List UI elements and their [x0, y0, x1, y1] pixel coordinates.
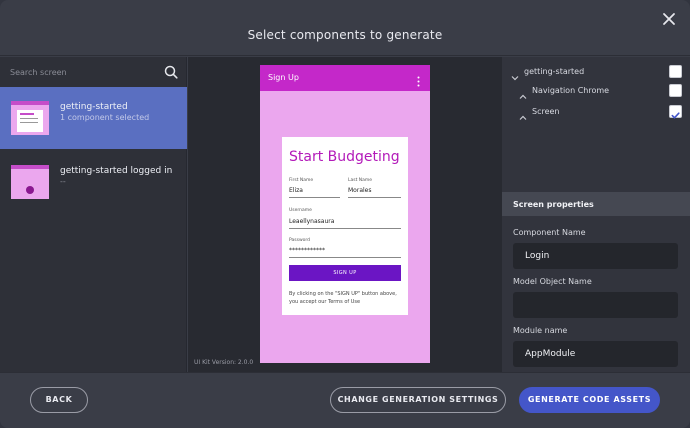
tree-item-getting-started[interactable]: getting-started — [502, 61, 690, 81]
model-object-name-input[interactable] — [513, 292, 678, 318]
component-panel: getting-started Navigation Chrome Screen — [502, 57, 690, 372]
first-name-value: Eliza — [289, 187, 303, 194]
tree-item-screen[interactable]: Screen — [502, 101, 690, 121]
checkbox-getting-started[interactable] — [669, 65, 682, 78]
component-name-label: Component Name — [513, 228, 586, 237]
first-name-label: First Name — [289, 178, 314, 183]
screen-properties-header: Screen properties — [502, 192, 690, 216]
search-input[interactable] — [10, 65, 150, 79]
tree-item-label: Navigation Chrome — [532, 86, 610, 95]
chevron-up-icon[interactable] — [519, 107, 527, 120]
terms-text: By clicking on the "SIGN UP" button abov… — [289, 291, 397, 305]
username-value: Leaellynasaura — [289, 218, 335, 225]
model-object-name-label: Model Object Name — [513, 277, 592, 286]
chevron-down-icon[interactable] — [511, 67, 519, 81]
phone-preview: Sign Up Start Budgeting First Name Eliza… — [260, 65, 430, 363]
last-name-label: Last Name — [348, 178, 373, 183]
back-button[interactable]: BACK — [30, 387, 88, 413]
chevron-up-icon[interactable] — [519, 86, 527, 99]
screen-item-subtitle: 1 component selected — [60, 113, 150, 122]
screen-item-subtitle: -- — [60, 177, 66, 186]
checkbox-navigation-chrome[interactable] — [669, 84, 682, 97]
ui-kit-version: UI Kit Version: 2.0.0 — [194, 359, 254, 366]
change-generation-settings-button[interactable]: CHANGE GENERATION SETTINGS — [330, 387, 506, 413]
screen-preview-panel: Sign Up Start Budgeting First Name Eliza… — [188, 57, 502, 372]
module-name-label: Module name — [513, 326, 568, 335]
dialog-footer: BACK CHANGE GENERATION SETTINGS GENERATE… — [0, 372, 690, 428]
screen-item-getting-started[interactable]: getting-started 1 component selected — [0, 87, 187, 149]
preview-appbar-title: Sign Up — [268, 73, 299, 82]
generate-code-assets-button[interactable]: GENERATE CODE ASSETS — [519, 387, 660, 413]
screen-item-name: getting-started logged in — [60, 166, 173, 176]
last-name-value: Morales — [348, 187, 372, 194]
screen-item-name: getting-started — [60, 102, 128, 112]
generate-components-dialog: Select components to generate getting-st… — [0, 0, 690, 428]
form-title: Start Budgeting — [289, 149, 400, 165]
screen-item-getting-started-logged-in[interactable]: getting-started logged in -- — [0, 149, 187, 211]
dialog-title: Select components to generate — [247, 28, 443, 42]
more-vert-icon — [417, 72, 420, 87]
screen-list-panel: getting-started 1 component selected get… — [0, 57, 187, 372]
password-value: ************ — [289, 247, 325, 254]
search-icon[interactable] — [164, 64, 178, 79]
dialog-header: Select components to generate — [0, 0, 690, 56]
close-icon[interactable] — [660, 10, 678, 28]
screen-thumbnail — [11, 101, 49, 135]
signup-form-card: Start Budgeting First Name Eliza Last Na… — [282, 137, 408, 315]
username-label: Username — [289, 208, 312, 213]
component-name-input[interactable] — [513, 243, 678, 269]
checkbox-screen[interactable] — [669, 105, 682, 119]
preview-signup-button: SIGN UP — [289, 265, 401, 281]
module-name-input[interactable] — [513, 341, 678, 367]
checkmark-icon — [671, 112, 680, 119]
screen-thumbnail — [11, 165, 49, 199]
tree-item-navigation-chrome[interactable]: Navigation Chrome — [502, 80, 690, 100]
password-label: Password — [289, 238, 311, 243]
screen-properties-title: Screen properties — [513, 200, 594, 209]
tree-item-label: getting-started — [524, 67, 585, 76]
screen-search — [0, 57, 187, 87]
component-tree: getting-started Navigation Chrome Screen — [502, 57, 690, 192]
tree-item-label: Screen — [532, 107, 560, 116]
preview-appbar: Sign Up — [260, 65, 430, 91]
